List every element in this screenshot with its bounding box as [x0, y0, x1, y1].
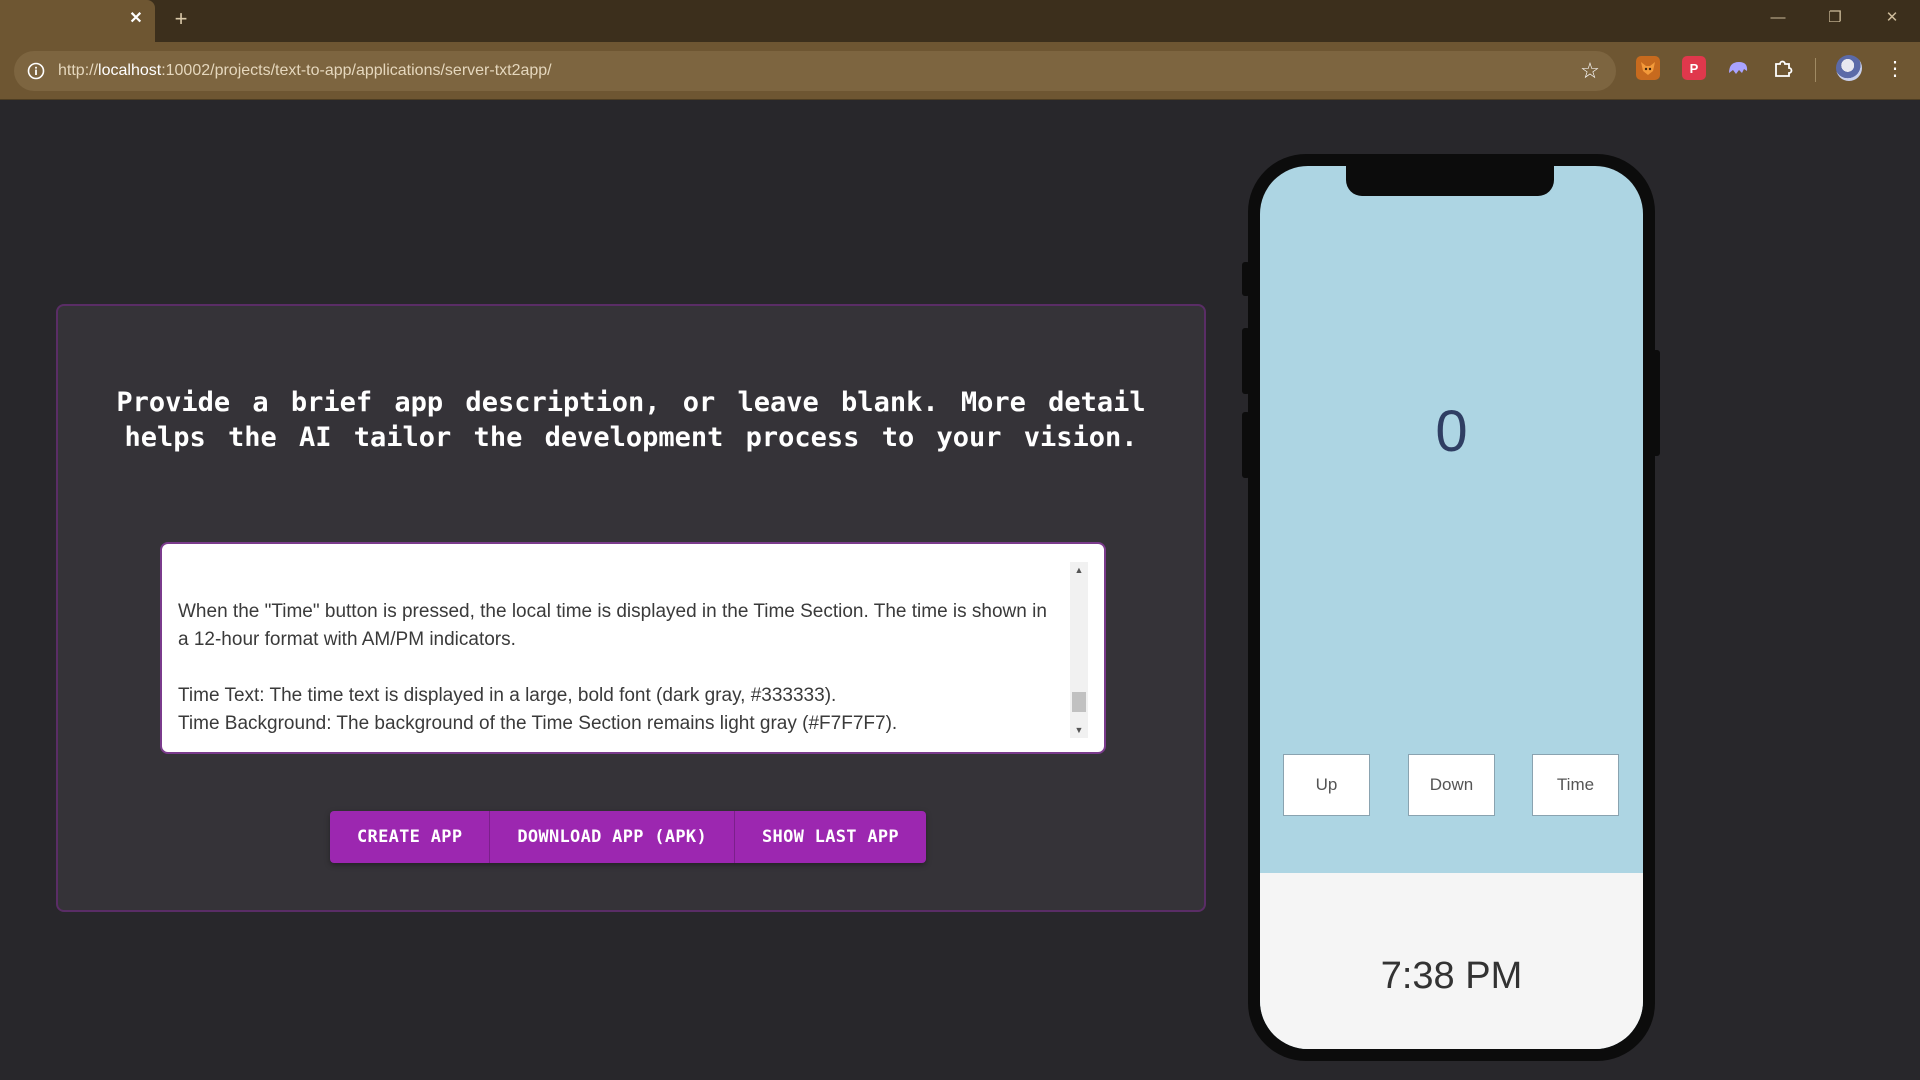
counter-value: 0 [1435, 399, 1468, 464]
fox-extension-icon[interactable] [1636, 56, 1660, 80]
red-p-extension-icon[interactable]: P [1682, 56, 1706, 80]
toolbar-separator [1815, 58, 1816, 82]
scroll-up-arrow-icon[interactable]: ▲ [1070, 562, 1088, 578]
phone-volume-up-button [1242, 328, 1250, 394]
close-window-icon[interactable]: ✕ [1875, 4, 1909, 32]
address-bar[interactable]: http://localhost:10002/projects/text-to-… [14, 51, 1616, 91]
phone-mockup: 0 Up Down Time 7:38 PM [1248, 154, 1655, 1061]
url-host: localhost [98, 62, 162, 79]
time-section: 7:38 PM [1260, 873, 1643, 1049]
description-textarea[interactable]: When the "Time" button is pressed, the l… [160, 542, 1106, 754]
puzzle-extensions-icon[interactable] [1771, 56, 1795, 80]
minimize-window-icon[interactable]: — [1761, 4, 1795, 32]
download-apk-button[interactable]: DOWNLOAD APP (APK) [489, 811, 734, 863]
url-path: :10002/projects/text-to-app/applications… [161, 62, 552, 79]
browser-tabstrip: ✕ + — ❐ ✕ [0, 0, 1920, 42]
url-text[interactable]: http://localhost:10002/projects/text-to-… [58, 62, 552, 80]
description-text: When the "Time" button is pressed, the l… [178, 601, 1047, 734]
site-info-icon[interactable] [26, 61, 46, 81]
show-last-app-button[interactable]: SHOW LAST APP [734, 811, 926, 863]
phone-mute-switch [1242, 262, 1250, 296]
url-scheme: http:// [58, 62, 99, 79]
scroll-down-arrow-icon[interactable]: ▼ [1070, 722, 1088, 738]
phone-volume-down-button [1242, 412, 1250, 478]
profile-avatar[interactable] [1836, 55, 1862, 81]
scrollbar-thumb[interactable] [1072, 692, 1086, 712]
bookmark-star-icon[interactable]: ☆ [1578, 59, 1602, 83]
app-description-card: Provide a brief app description, or leav… [56, 304, 1206, 912]
phone-power-button [1652, 350, 1660, 456]
ghost-extension-icon[interactable] [1726, 56, 1750, 80]
tab-close-icon[interactable]: ✕ [124, 7, 148, 31]
phone-notch [1346, 166, 1554, 196]
down-button[interactable]: Down [1408, 754, 1495, 816]
time-display: 7:38 PM [1380, 955, 1523, 997]
textarea-scrollbar[interactable]: ▲ ▼ [1070, 562, 1088, 738]
phone-screen: 0 Up Down Time 7:38 PM [1260, 166, 1643, 1049]
restore-window-icon[interactable]: ❐ [1818, 4, 1852, 32]
browser-tab[interactable]: ✕ [0, 0, 155, 42]
create-app-button[interactable]: CREATE APP [330, 811, 489, 863]
new-tab-button[interactable]: + [168, 6, 194, 32]
form-heading: Provide a brief app description, or leav… [116, 387, 1146, 453]
browser-menu-icon[interactable]: ⋮ [1883, 56, 1907, 82]
browser-toolbar: http://localhost:10002/projects/text-to-… [0, 42, 1920, 100]
time-button[interactable]: Time [1532, 754, 1619, 816]
up-button[interactable]: Up [1283, 754, 1370, 816]
action-button-group: CREATE APP DOWNLOAD APP (APK) SHOW LAST … [330, 811, 926, 863]
